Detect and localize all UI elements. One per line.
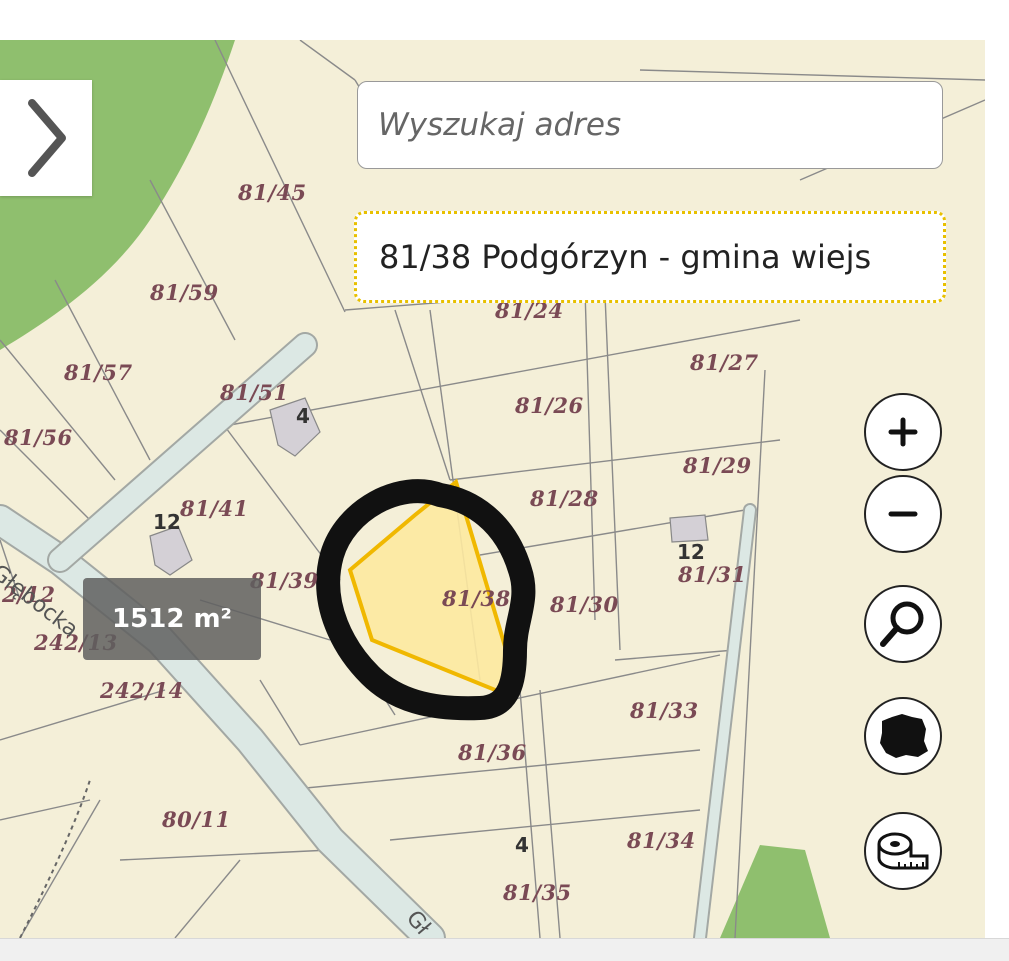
- building: [269, 397, 321, 457]
- chevron-right-icon: [28, 99, 66, 177]
- parcel-label: 81/29: [683, 453, 752, 478]
- parcel-label: 81/36: [458, 740, 527, 765]
- parcel-label: 81/28: [530, 486, 599, 511]
- parcel-label: 81/30: [550, 592, 619, 617]
- search-result[interactable]: 81/38 Podgórzyn - gmina wiejs: [354, 211, 946, 303]
- search-result-text: 81/38 Podgórzyn - gmina wiejs: [379, 238, 872, 276]
- measuring-tape-icon: [877, 832, 929, 870]
- parcel-label: 80/11: [162, 807, 231, 832]
- building-number: 4: [515, 833, 529, 857]
- parcel-label: 81/34: [627, 828, 696, 853]
- parcel-label: 81/56: [4, 425, 73, 450]
- building-number: 4: [296, 404, 310, 428]
- parcel-label: 81/26: [515, 393, 584, 418]
- parcel-label: 81/31: [678, 562, 747, 587]
- minus-icon: [888, 511, 918, 517]
- search-parcel-button[interactable]: [864, 585, 942, 663]
- parcel-label: 81/57: [64, 360, 133, 385]
- parcel-label: 81/35: [503, 880, 572, 905]
- map-base-layer: [0, 40, 985, 938]
- magnifier-icon: [880, 601, 924, 647]
- zoom-in-button[interactable]: [864, 393, 942, 471]
- building-number: 12: [677, 540, 705, 564]
- area-badge: 1512 m²: [83, 578, 261, 660]
- zoom-out-button[interactable]: [864, 475, 942, 553]
- footpath: [19, 779, 91, 938]
- expand-panel-button[interactable]: [0, 80, 92, 196]
- parcel-label: 81/41: [180, 496, 249, 521]
- poland-map-icon: [880, 714, 928, 758]
- bottom-bar: [0, 938, 1009, 961]
- parcel-label: 81/45: [238, 180, 307, 205]
- parcel-label: 81/51: [220, 380, 289, 405]
- search-address-field[interactable]: [357, 81, 943, 169]
- building-number: 12: [153, 510, 181, 534]
- parcel-label: 242/14: [100, 678, 184, 703]
- search-input[interactable]: [358, 82, 942, 168]
- parcel-label: 81/38: [442, 586, 511, 611]
- parcel-label: 81/33: [630, 698, 699, 723]
- country-view-button[interactable]: [864, 697, 942, 775]
- building: [669, 514, 709, 543]
- map-canvas[interactable]: 81/45 81/59 81/24 81/27 81/57 81/51 81/2…: [0, 40, 985, 938]
- parcel-label: 81/27: [690, 350, 759, 375]
- area-value: 1512 m²: [112, 604, 232, 634]
- forest-area: [720, 845, 830, 938]
- parcel-label: 81/59: [150, 280, 219, 305]
- plus-icon: [888, 417, 918, 447]
- top-bar: [0, 0, 1009, 40]
- measure-button[interactable]: [864, 812, 942, 890]
